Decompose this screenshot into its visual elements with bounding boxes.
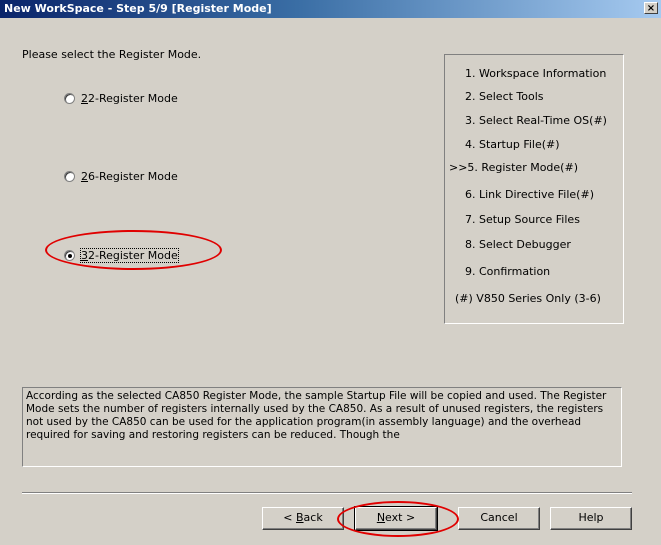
- step-item: 1. Workspace Information: [465, 67, 607, 80]
- step-item: 9. Confirmation: [465, 265, 551, 278]
- radio-26-register-mode[interactable]: 26-Register Mode: [64, 170, 178, 183]
- step-item: 4. Startup File(#): [465, 138, 560, 151]
- radio-32-register-mode[interactable]: 32-Register Mode: [64, 248, 179, 263]
- dialog-window: New WorkSpace - Step 5/9 [Register Mode]…: [0, 0, 661, 545]
- radio-22-register-mode[interactable]: 22-Register Mode: [64, 92, 178, 105]
- step-item: 7. Setup Source Files: [465, 213, 580, 226]
- radio-circle-icon[interactable]: [64, 171, 75, 182]
- steps-panel: 1. Workspace Information 2. Select Tools…: [444, 54, 624, 324]
- step-item-current: >>5. Register Mode(#): [449, 161, 578, 174]
- radio-circle-icon[interactable]: [64, 93, 75, 104]
- window-title: New WorkSpace - Step 5/9 [Register Mode]: [4, 2, 272, 15]
- close-button[interactable]: ×: [644, 2, 658, 14]
- prompt-text: Please select the Register Mode.: [22, 48, 202, 61]
- next-button[interactable]: Next >: [354, 506, 438, 531]
- cancel-button[interactable]: Cancel: [458, 507, 540, 530]
- radio-selected-icon[interactable]: [64, 250, 75, 261]
- steps-footnote: (#) V850 Series Only (3-6): [455, 292, 601, 305]
- step-item: 3. Select Real-Time OS(#): [465, 114, 607, 127]
- description-box: According as the selected CA850 Register…: [22, 387, 622, 467]
- step-item: 2. Select Tools: [465, 90, 544, 103]
- step-item: 8. Select Debugger: [465, 238, 571, 251]
- close-icon: ×: [646, 3, 656, 14]
- separator: [22, 492, 632, 494]
- help-button[interactable]: Help: [550, 507, 632, 530]
- radio-label: 26-Register Mode: [81, 170, 178, 183]
- back-button[interactable]: < Back: [262, 507, 344, 530]
- step-item: 6. Link Directive File(#): [465, 188, 594, 201]
- title-bar[interactable]: New WorkSpace - Step 5/9 [Register Mode]…: [0, 0, 661, 18]
- radio-label: 32-Register Mode: [80, 248, 179, 263]
- radio-label: 22-Register Mode: [81, 92, 178, 105]
